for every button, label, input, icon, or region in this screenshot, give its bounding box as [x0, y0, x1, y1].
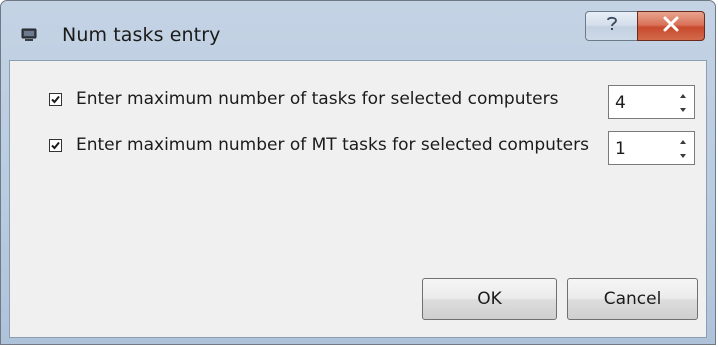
max-tasks-value[interactable]: 4: [615, 93, 626, 113]
max-mt-tasks-spinner[interactable]: 1: [608, 131, 695, 165]
spin-up-icon[interactable]: [674, 88, 692, 102]
ok-button[interactable]: OK: [422, 278, 557, 320]
max-tasks-label: Enter maximum number of tasks for select…: [76, 89, 559, 109]
window-title: Num tasks entry: [62, 24, 221, 46]
max-tasks-row: Enter maximum number of tasks for select…: [10, 85, 706, 119]
max-tasks-checkbox[interactable]: [49, 93, 62, 106]
question-icon: [604, 15, 620, 37]
spin-down-icon[interactable]: [674, 148, 692, 162]
cancel-button[interactable]: Cancel: [567, 278, 698, 320]
spin-down-icon[interactable]: [674, 102, 692, 116]
title-bar[interactable]: Num tasks entry: [1, 1, 715, 61]
max-mt-tasks-value[interactable]: 1: [615, 139, 626, 159]
close-button[interactable]: [637, 11, 705, 41]
dialog-window: Num tasks entry Enter maximum number of …: [0, 0, 716, 345]
help-button[interactable]: [585, 11, 638, 41]
checkmark-icon: [51, 95, 60, 104]
max-mt-tasks-row: Enter maximum number of MT tasks for sel…: [10, 131, 706, 165]
app-window-icon: [21, 27, 37, 41]
close-icon: [662, 16, 680, 36]
max-mt-tasks-label: Enter maximum number of MT tasks for sel…: [76, 135, 589, 155]
max-tasks-spinner[interactable]: 4: [608, 85, 695, 119]
checkmark-icon: [51, 141, 60, 150]
max-mt-tasks-checkbox[interactable]: [49, 139, 62, 152]
dialog-client-area: Enter maximum number of tasks for select…: [9, 60, 707, 338]
spin-up-icon[interactable]: [674, 134, 692, 148]
